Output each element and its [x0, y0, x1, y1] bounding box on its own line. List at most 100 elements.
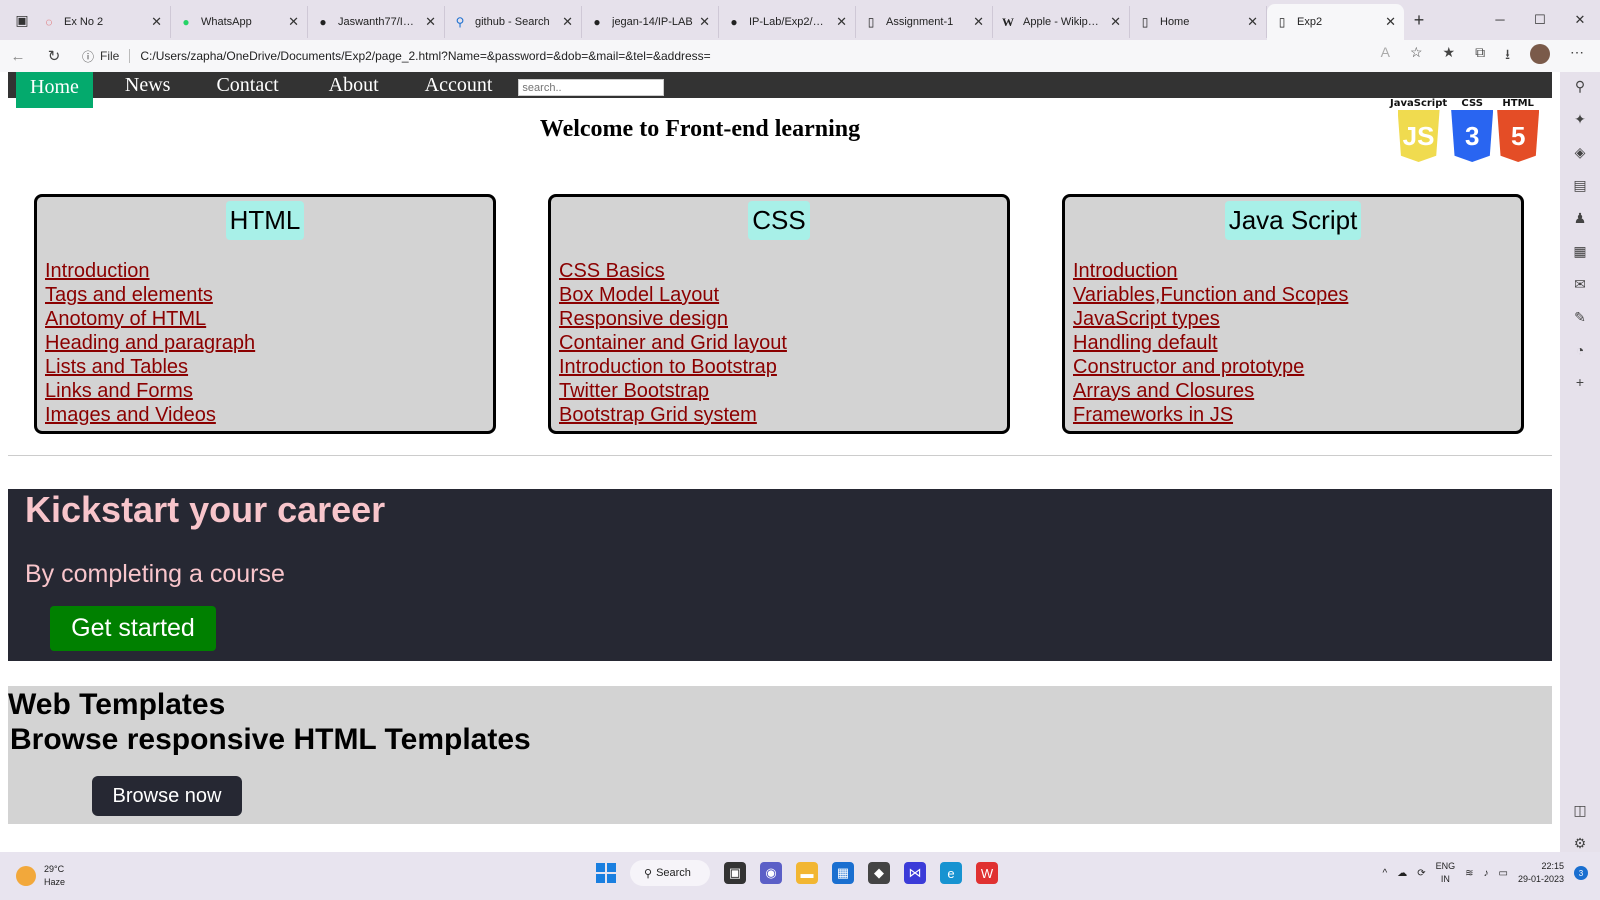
- nav-contact[interactable]: Contact: [200, 72, 294, 98]
- course-link[interactable]: Introduction: [1073, 260, 1178, 282]
- favorites-icon[interactable]: ★: [1443, 44, 1456, 68]
- onedrive-icon[interactable]: ☁: [1397, 868, 1407, 879]
- close-icon[interactable]: ✕: [151, 14, 162, 30]
- course-link[interactable]: Constructor and prototype: [1073, 356, 1304, 378]
- outlook-icon[interactable]: ✉: [1574, 276, 1586, 293]
- course-link[interactable]: Handling default: [1073, 332, 1218, 354]
- more-icon[interactable]: ⋯: [1570, 44, 1584, 68]
- store-icon[interactable]: ▦: [832, 862, 854, 884]
- wifi-icon[interactable]: ≋: [1465, 868, 1473, 879]
- close-icon[interactable]: ✕: [288, 14, 299, 30]
- browser-tab[interactable]: ● Jaswanth77/IP-LAB ✕: [308, 6, 445, 38]
- file-explorer-icon[interactable]: ▬: [796, 862, 818, 884]
- app-icon[interactable]: ◆: [868, 862, 890, 884]
- office-icon[interactable]: ▦: [1573, 243, 1586, 260]
- course-link[interactable]: Heading and paragraph: [45, 332, 255, 354]
- get-started-button[interactable]: Get started: [50, 606, 216, 651]
- course-link[interactable]: CSS Basics: [559, 260, 665, 282]
- games-icon[interactable]: ♟: [1574, 210, 1587, 227]
- close-icon[interactable]: ✕: [425, 14, 436, 30]
- course-link[interactable]: Images and Videos: [45, 404, 216, 426]
- close-icon[interactable]: ✕: [973, 14, 984, 30]
- nav-home[interactable]: Home: [16, 72, 93, 108]
- downloads-icon[interactable]: ⭳: [1505, 44, 1510, 68]
- course-link[interactable]: Introduction: [45, 260, 150, 282]
- collections-icon[interactable]: ⧉: [1475, 44, 1485, 68]
- task-view-icon[interactable]: ▣: [724, 862, 746, 884]
- url-text[interactable]: C:/Users/zapha/OneDrive/Documents/Exp2/p…: [140, 49, 710, 63]
- nav-about[interactable]: About: [313, 72, 395, 98]
- close-icon[interactable]: ✕: [699, 14, 710, 30]
- course-link[interactable]: JavaScript types: [1073, 308, 1220, 330]
- start-icon[interactable]: [596, 863, 616, 883]
- course-link[interactable]: Tags and elements: [45, 284, 213, 306]
- course-link[interactable]: Introduction to Bootstrap: [559, 356, 777, 378]
- chevron-up-icon[interactable]: ^: [1383, 868, 1388, 879]
- browse-now-button[interactable]: Browse now: [92, 776, 242, 816]
- course-link[interactable]: Container and Grid layout: [559, 332, 787, 354]
- notification-badge[interactable]: 3: [1574, 866, 1588, 880]
- minimize-icon[interactable]: ─: [1480, 12, 1520, 28]
- maximize-icon[interactable]: ☐: [1520, 12, 1560, 28]
- close-icon[interactable]: ✕: [836, 14, 847, 30]
- add-favorite-icon[interactable]: ☆: [1410, 44, 1423, 68]
- course-link[interactable]: Lists and Tables: [45, 356, 188, 378]
- course-link[interactable]: Anotomy of HTML: [45, 308, 206, 330]
- teams-chat-icon[interactable]: ◉: [760, 862, 782, 884]
- split-screen-icon[interactable]: ◫: [1573, 802, 1586, 819]
- browser-tab[interactable]: ▯ Assignment-1 ✕: [856, 6, 993, 38]
- language-indicator[interactable]: ENG IN: [1436, 860, 1456, 886]
- add-icon[interactable]: +: [1576, 374, 1584, 390]
- tools-icon[interactable]: ▤: [1573, 177, 1586, 194]
- course-link[interactable]: Bootstrap Grid system: [559, 404, 757, 426]
- close-icon[interactable]: ✕: [562, 14, 573, 30]
- discover-icon[interactable]: ✦: [1574, 111, 1586, 128]
- browser-tab[interactable]: ▯ Home ✕: [1130, 6, 1267, 38]
- info-icon[interactable]: ⓘ: [82, 48, 94, 65]
- browser-tab[interactable]: ◌ Ex No 2 ✕: [34, 6, 171, 38]
- profile-avatar[interactable]: [1530, 44, 1550, 64]
- course-link[interactable]: Variables,Function and Scopes: [1073, 284, 1348, 306]
- close-icon[interactable]: ✕: [1110, 14, 1121, 30]
- edge-icon[interactable]: e: [940, 862, 962, 884]
- back-icon[interactable]: ←: [0, 48, 36, 65]
- shopping-icon[interactable]: ◈: [1575, 144, 1586, 161]
- css-shield-icon: 3: [1451, 110, 1494, 162]
- course-link[interactable]: Twitter Bootstrap: [559, 380, 709, 402]
- javascript-shield-icon: JS: [1397, 110, 1440, 162]
- browser-tab-active[interactable]: ▯ Exp2 ✕: [1267, 4, 1404, 40]
- battery-icon[interactable]: ▭: [1499, 868, 1508, 879]
- clock[interactable]: 22:15 29-01-2023: [1518, 860, 1564, 886]
- settings-icon[interactable]: ⚙: [1574, 835, 1587, 852]
- nav-news[interactable]: News: [109, 72, 187, 98]
- nav-account[interactable]: Account: [409, 72, 509, 98]
- new-tab-icon[interactable]: +: [1404, 10, 1434, 31]
- drop-icon[interactable]: ✎: [1574, 309, 1586, 326]
- search-icon[interactable]: ⚲: [1575, 78, 1585, 95]
- course-link[interactable]: Links and Forms: [45, 380, 193, 402]
- course-link[interactable]: Frameworks in JS: [1073, 404, 1233, 426]
- close-icon[interactable]: ✕: [1385, 14, 1396, 30]
- browser-tab[interactable]: ● IP-Lab/Exp2/Output ✕: [719, 6, 856, 38]
- close-icon[interactable]: ✕: [1247, 14, 1258, 30]
- close-window-icon[interactable]: ✕: [1560, 12, 1600, 28]
- tab-actions-icon[interactable]: ▣: [10, 8, 34, 32]
- browser-tab[interactable]: ● WhatsApp ✕: [171, 6, 308, 38]
- course-link[interactable]: Arrays and Closures: [1073, 380, 1254, 402]
- reload-icon[interactable]: ↻: [36, 47, 72, 65]
- search-input[interactable]: [518, 79, 665, 96]
- read-aloud-icon[interactable]: A: [1381, 44, 1390, 68]
- weather-widget[interactable]: 29°C Haze: [16, 863, 65, 889]
- course-link[interactable]: Responsive design: [559, 308, 728, 330]
- wps-office-icon[interactable]: W: [976, 862, 998, 884]
- course-link[interactable]: Box Model Layout: [559, 284, 719, 306]
- sync-icon[interactable]: ⟳: [1417, 868, 1425, 879]
- volume-icon[interactable]: ♪: [1484, 868, 1489, 879]
- browser-tab[interactable]: ⚲ github - Search ✕: [445, 6, 582, 38]
- visual-studio-icon[interactable]: ⋈: [904, 862, 926, 884]
- browser-tab[interactable]: ● jegan-14/IP-LAB ✕: [582, 6, 719, 38]
- taskbar-search[interactable]: ⚲ Search: [630, 860, 710, 886]
- notifications-icon[interactable]: ◔: [1576, 342, 1584, 358]
- browser-tab[interactable]: W Apple - Wikipedia ✕: [993, 6, 1130, 38]
- url-field[interactable]: ⓘ File C:/Users/zapha/OneDrive/Documents…: [82, 43, 1381, 69]
